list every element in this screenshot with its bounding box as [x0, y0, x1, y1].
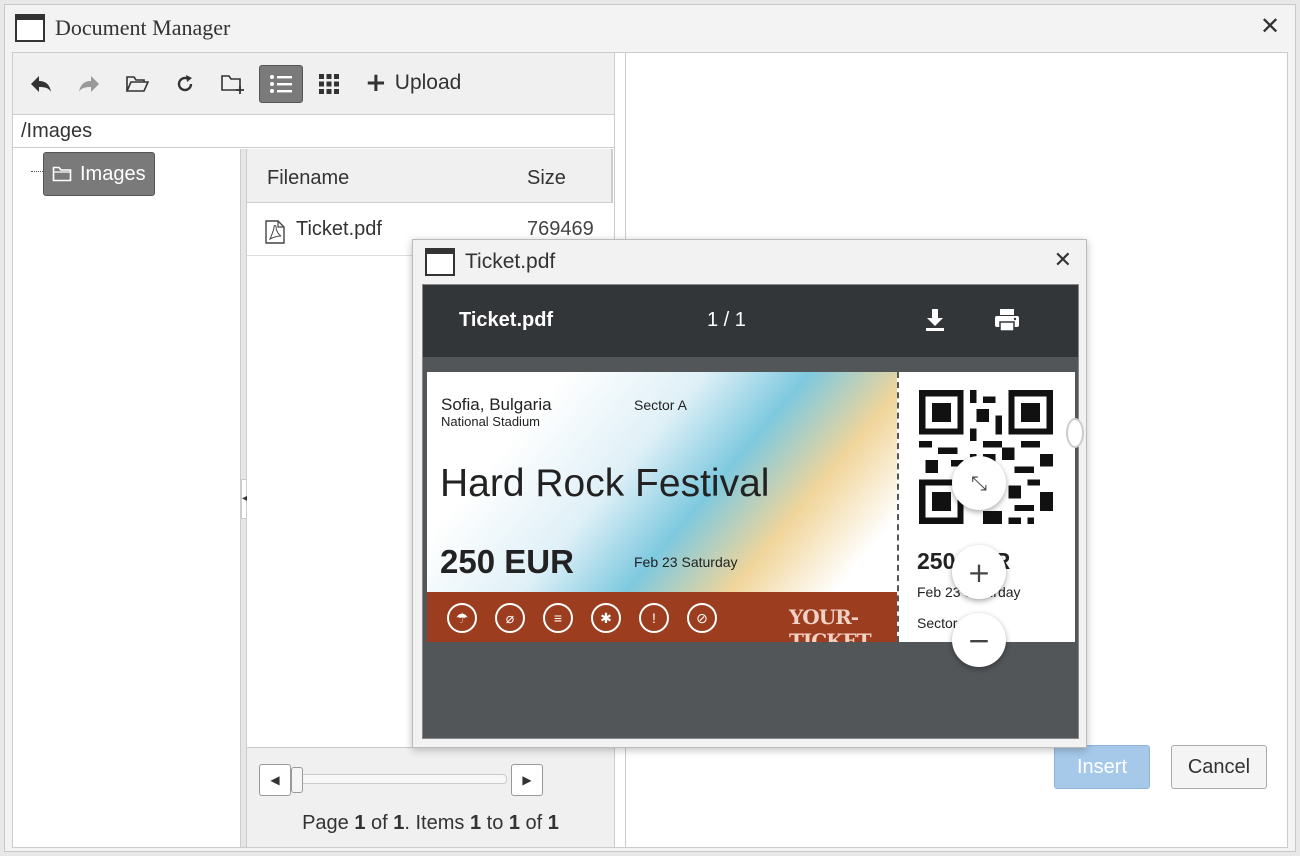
tree-node-images[interactable]: Images — [43, 152, 155, 196]
grid-header: Filename Size — [247, 149, 613, 203]
pager-info: Page 1 of 1. Items 1 to 1 of 1 — [247, 812, 614, 835]
fit-page-button[interactable]: ⤡ — [952, 456, 1006, 510]
zoom-out-button[interactable]: − — [952, 613, 1006, 667]
page-indicator: 1 / 1 — [707, 309, 746, 331]
viewer-filename: Ticket.pdf — [459, 309, 554, 331]
window-icon — [15, 14, 45, 42]
triangle-right-icon: ▶ — [522, 773, 532, 787]
cancel-button[interactable]: Cancel — [1171, 745, 1267, 789]
no-food-icon: ≡ — [543, 603, 573, 633]
ticket-main: Sofia, Bulgaria National Stadium Sector … — [427, 372, 897, 642]
tree-connector — [31, 171, 43, 172]
pager-text: of — [365, 812, 394, 834]
ticket-city: Sofia, Bulgaria — [441, 395, 552, 414]
new-folder-icon[interactable] — [211, 65, 255, 103]
no-umbrella-icon: ☂ — [447, 603, 477, 633]
pager-next-button[interactable]: ▶ — [511, 764, 543, 796]
triangle-left-icon: ◀ — [270, 773, 280, 787]
folder-icon — [52, 166, 72, 182]
forward-icon[interactable] — [67, 65, 111, 103]
document-manager-window: Document Manager ✕ + Upload /Images Imag… — [4, 4, 1296, 852]
no-fireworks-icon: ✱ — [591, 603, 621, 633]
pager-text: . Items — [404, 812, 470, 834]
print-icon[interactable] — [993, 307, 1021, 333]
title-bar: Document Manager ✕ — [5, 5, 1295, 51]
side-control-edge[interactable] — [1066, 418, 1084, 448]
pdf-viewer: Ticket.pdf 1 / 1 Sofia, Bulgaria Nationa… — [422, 284, 1084, 739]
zoom-in-button[interactable]: + — [952, 545, 1006, 599]
download-icon[interactable] — [923, 307, 947, 333]
plus-icon: + — [365, 68, 387, 98]
tree-node-label: Images — [80, 162, 146, 185]
refresh-icon[interactable] — [163, 65, 207, 103]
pager-slider-track[interactable] — [295, 774, 507, 784]
file-name-cell: Ticket.pdf — [296, 218, 382, 240]
no-bottles-icon: ! — [639, 603, 669, 633]
no-smoking-icon: ⊘ — [687, 603, 717, 633]
grid-view-icon[interactable] — [307, 65, 351, 103]
back-icon[interactable] — [19, 65, 63, 103]
pager-current-page: 1 — [354, 812, 366, 834]
file-size-cell: 769469 — [527, 218, 594, 240]
collapse-icon: ⤡ — [971, 471, 987, 495]
pager-prev-button[interactable]: ◀ — [259, 764, 291, 796]
insert-button[interactable]: Insert — [1054, 745, 1150, 789]
pager-text: Page — [302, 812, 355, 834]
window-title: Document Manager — [55, 15, 231, 40]
pager: ◀ ▶ Page 1 of 1. Items 1 to 1 of 1 — [247, 747, 614, 847]
pager-text: of — [520, 812, 548, 834]
ticket-sector: Sector A — [634, 397, 687, 413]
upload-label: Upload — [394, 71, 462, 94]
toolbar: + Upload — [13, 53, 614, 115]
pdf-viewer-toolbar: Ticket.pdf 1 / 1 — [423, 285, 1078, 357]
pdf-file-icon — [265, 220, 285, 244]
ticket-brand: YOUR-TICKET — [789, 605, 872, 642]
pager-slider-thumb[interactable] — [291, 767, 303, 793]
ticket-venue: National Stadium — [441, 414, 540, 429]
pdf-preview-dialog: Ticket.pdf ✕ Ticket.pdf 1 / 1 Sofia, Bul… — [412, 239, 1087, 748]
folder-tree: Images — [13, 149, 241, 847]
pager-items-from: 1 — [469, 812, 482, 834]
plus-icon: + — [967, 555, 991, 589]
path-bar: /Images — [13, 116, 614, 148]
close-icon[interactable]: ✕ — [1257, 13, 1283, 39]
pager-text: to — [481, 812, 509, 834]
pager-page-count: 1 — [393, 812, 405, 834]
close-icon[interactable]: ✕ — [1054, 248, 1072, 273]
column-header-size[interactable]: Size — [527, 167, 566, 190]
ticket-date: Feb 23 Saturday — [634, 554, 738, 570]
list-view-icon[interactable] — [259, 65, 303, 103]
ticket-event-title: Hard Rock Festival — [440, 462, 770, 505]
ticket-price: 250 EUR — [440, 543, 574, 580]
upload-button[interactable]: + Upload — [365, 68, 462, 98]
pager-items-total: 1 — [547, 812, 559, 834]
minus-icon: − — [967, 623, 991, 657]
column-header-filename[interactable]: Filename — [267, 167, 349, 190]
window-icon — [425, 248, 455, 276]
no-camera-icon: ⌀ — [495, 603, 525, 633]
pager-items-to: 1 — [508, 812, 520, 834]
dialog-title: Ticket.pdf — [465, 250, 556, 273]
open-folder-icon[interactable] — [115, 65, 159, 103]
